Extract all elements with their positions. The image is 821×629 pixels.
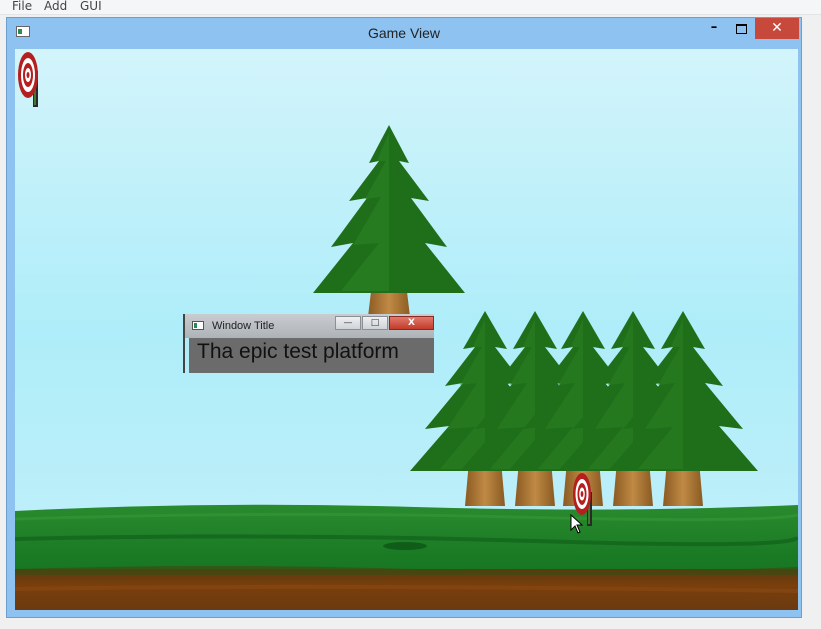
subwindow-text: Tha epic test platform (197, 340, 399, 363)
subwindow-maximize-button[interactable]: □ (362, 316, 388, 330)
target-icon[interactable] (17, 51, 41, 109)
window-titlebar[interactable]: Game View – ✕ (7, 18, 801, 48)
menu-bar: File Add GUI (0, 0, 821, 15)
subwindow-minimize-button[interactable]: — (335, 316, 361, 330)
subwindow-titlebar[interactable]: Window Title — □ X (185, 314, 434, 338)
maximize-icon (735, 24, 747, 34)
menu-gui[interactable]: GUI (80, 0, 102, 13)
subwindow-body: Tha epic test platform (189, 338, 434, 373)
maximize-button[interactable] (729, 18, 753, 39)
subwindow-close-button[interactable]: X (389, 316, 434, 330)
close-button[interactable]: ✕ (755, 18, 799, 39)
gui-subwindow[interactable]: Window Title — □ X Tha epic test platfor… (183, 314, 434, 373)
menu-add[interactable]: Add (44, 0, 67, 13)
subwindow-icon (192, 321, 204, 330)
window-title: Game View (367, 25, 441, 41)
subwindow-title: Window Title (212, 320, 275, 332)
minimize-button[interactable]: – (702, 18, 726, 39)
menu-file[interactable]: File (12, 0, 32, 13)
mouse-cursor-icon (570, 514, 584, 534)
